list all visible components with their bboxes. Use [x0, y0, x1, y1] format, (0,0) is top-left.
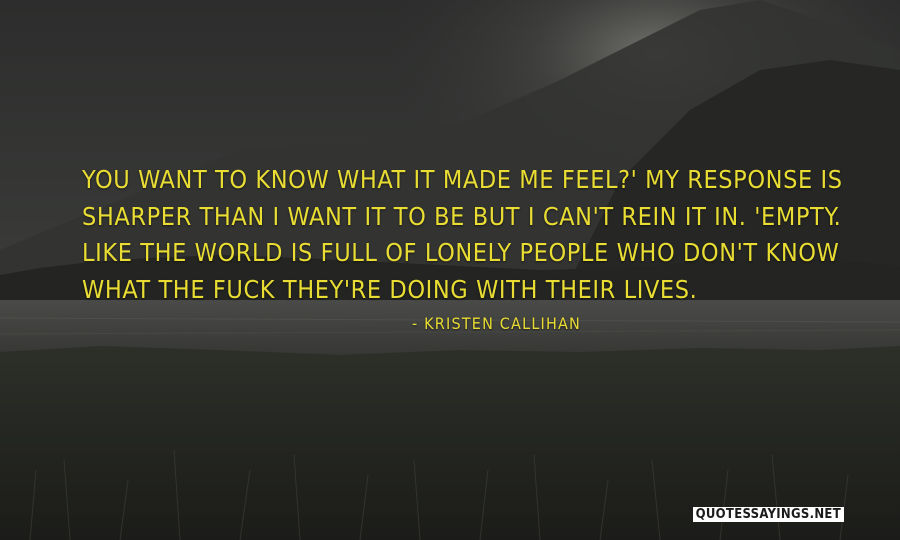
quote-line: WHAT THE FUCK THEY'RE DOING WITH THEIR L…	[82, 274, 698, 304]
site-watermark: QUOTESSAYINGS.NET	[692, 507, 844, 522]
quote-line: LIKE THE WORLD IS FULL OF LONELY PEOPLE …	[82, 238, 840, 267]
quote-author: - KRISTEN CALLIHAN	[412, 314, 582, 333]
quote-text: YOU WANT TO KNOW WHAT IT MADE ME FEEL?' …	[82, 162, 842, 308]
quote-line: YOU WANT TO KNOW WHAT IT MADE ME FEEL?' …	[82, 165, 843, 194]
quote-line: SHARPER THAN I WANT IT TO BE BUT I CAN'T…	[82, 201, 842, 231]
